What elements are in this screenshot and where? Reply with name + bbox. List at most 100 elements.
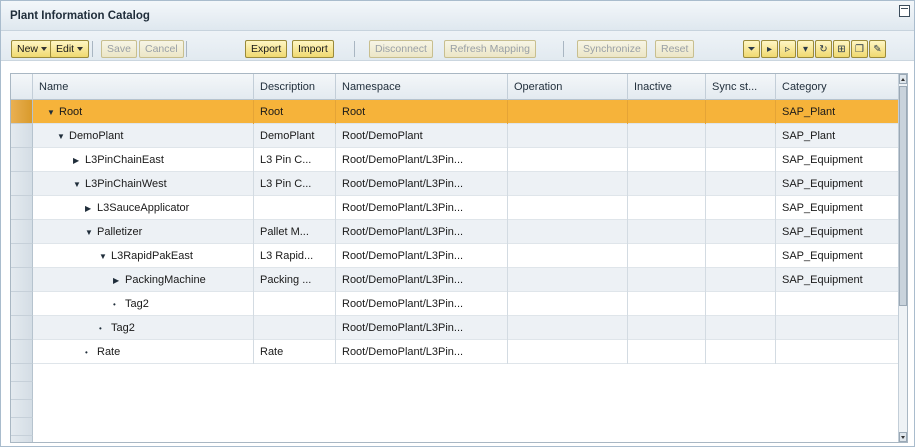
cell-description [254,196,336,220]
table-row[interactable]: • Tag2 Root/DemoPlant/L3Pin... [11,316,899,340]
tools-icon[interactable]: ✎ [869,40,886,58]
collapse-icon[interactable]: ▹ [779,40,796,58]
filter-icon[interactable]: ⏷ [743,40,760,58]
row-selector[interactable] [11,100,33,124]
toolbar-separator [92,41,93,57]
cell-namespace: Root/DemoPlant/L3Pin... [336,196,508,220]
scroll-up-icon[interactable] [899,74,907,84]
select-all-header[interactable] [11,74,33,100]
expand-node-icon[interactable]: ▶ [73,149,85,172]
disconnect-button[interactable]: Disconnect [369,40,433,58]
cell-sync-status [706,244,776,268]
expand-icon[interactable]: ▸ [761,40,778,58]
row-selector[interactable] [11,316,33,340]
cell-namespace: Root/DemoPlant/L3Pin... [336,244,508,268]
empty-row-selector [11,382,33,400]
collapse-node-icon[interactable]: ▼ [99,245,111,268]
row-selector[interactable] [11,292,33,316]
row-selector[interactable] [11,268,33,292]
table-row[interactable]: ▶ L3PinChainEast L3 Pin C... Root/DemoPlant… [11,148,899,172]
cell-inactive [628,196,706,220]
import-button[interactable]: Import [292,40,334,58]
plant-catalog-panel: Plant Information Catalog New Edit Save … [0,0,915,447]
table-row[interactable]: • Tag2 Root/DemoPlant/L3Pin... [11,292,899,316]
cell-namespace: Root/DemoPlant/L3Pin... [336,340,508,364]
edit-button[interactable]: Edit [50,40,90,58]
row-selector[interactable] [11,172,33,196]
table-row[interactable]: ▼ L3PinChainWest L3 Pin C... Root/DemoPlant… [11,172,899,196]
new-button[interactable]: New [11,40,54,58]
toolbar-separator [354,41,355,57]
cell-description: Root [254,100,336,124]
collapse-node-icon[interactable]: ▼ [85,221,97,244]
collapse-panel-icon[interactable] [899,5,910,17]
cell-name: ▼ L3RapidPakEast [33,244,254,268]
refresh-icon[interactable]: ↻ [815,40,832,58]
node-label: DemoPlant [69,130,124,142]
row-selector[interactable] [11,220,33,244]
table-row[interactable]: • Rate Rate Root/DemoPlant/L3Pin... [11,340,899,364]
collapse-node-icon[interactable]: ▼ [57,125,69,148]
copy-icon[interactable]: ❐ [851,40,868,58]
toolbar: New Edit Save Cancel Export Import Disco… [1,31,914,61]
collapse-node-icon[interactable]: ▼ [73,173,85,196]
cancel-button[interactable]: Cancel [139,40,184,58]
row-selector[interactable] [11,124,33,148]
expand-node-icon[interactable]: ▶ [85,197,97,220]
column-header-description[interactable]: Description [254,74,336,100]
save-button[interactable]: Save [101,40,137,58]
cell-name: ▼ L3PinChainWest [33,172,254,196]
column-header-sync-status[interactable]: Sync st... [706,74,776,100]
table-row[interactable]: ▼ Palletizer Pallet M... Root/DemoPlant/L3P… [11,220,899,244]
cell-category: SAP_Equipment [782,178,863,190]
column-header-name[interactable]: Name [33,74,254,100]
cell-inactive [628,172,706,196]
scroll-down-icon[interactable] [899,432,907,442]
cell-sync-status [706,172,776,196]
dropdown-icon[interactable]: ▾ [797,40,814,58]
vertical-scrollbar[interactable] [898,74,907,442]
table-row[interactable]: ▼ L3RapidPakEast L3 Rapid... Root/DemoPlant… [11,244,899,268]
table-row[interactable]: ▶ PackingMachine Packing ... Root/DemoPlant… [11,268,899,292]
node-label: Tag2 [125,298,149,310]
refresh-mapping-button[interactable]: Refresh Mapping [444,40,536,58]
cell-inactive [628,292,706,316]
table-row[interactable]: ▶ L3SauceApplicator Root/DemoPlant/L3Pin..… [11,196,899,220]
chevron-down-icon [77,47,84,52]
synchronize-button[interactable]: Synchronize [577,40,647,58]
cell-operation [508,100,628,124]
cell-namespace: Root/DemoPlant/L3Pin... [336,148,508,172]
expand-node-icon[interactable]: ▶ [113,269,125,292]
row-selector[interactable] [11,148,33,172]
row-selector[interactable] [11,196,33,220]
leaf-node-icon: • [113,300,116,309]
column-header-category[interactable]: Category [776,74,899,100]
cell-category: SAP_Equipment [782,274,863,286]
cell-inactive [628,100,706,124]
cell-category: SAP_Plant [782,130,836,142]
row-selector[interactable] [11,340,33,364]
row-selector[interactable] [11,244,33,268]
cell-inactive [628,220,706,244]
cell-operation [508,172,628,196]
cell-sync-status [706,268,776,292]
cell-namespace: Root/DemoPlant/L3Pin... [336,172,508,196]
cell-operation [508,124,628,148]
toolbar-separator [563,41,564,57]
empty-row-selector [11,436,33,442]
collapse-node-icon[interactable]: ▼ [47,101,59,124]
cell-operation [508,268,628,292]
column-header-namespace[interactable]: Namespace [336,74,508,100]
reset-button[interactable]: Reset [655,40,695,58]
export-button[interactable]: Export [245,40,288,58]
cell-operation [508,292,628,316]
column-header-inactive[interactable]: Inactive [628,74,706,100]
table-row[interactable]: ▼ DemoPlant DemoPlant Root/DemoPlant SAP_Pla… [11,124,899,148]
cell-namespace: Root [336,100,508,124]
scrollbar-thumb[interactable] [899,86,907,306]
settings-icon[interactable]: ⊞ [833,40,850,58]
cell-category: SAP_Equipment [782,226,863,238]
table-row[interactable]: ▼ Root Root Root SAP_Plant [11,100,899,124]
cell-category [776,292,899,316]
column-header-operation[interactable]: Operation [508,74,628,100]
